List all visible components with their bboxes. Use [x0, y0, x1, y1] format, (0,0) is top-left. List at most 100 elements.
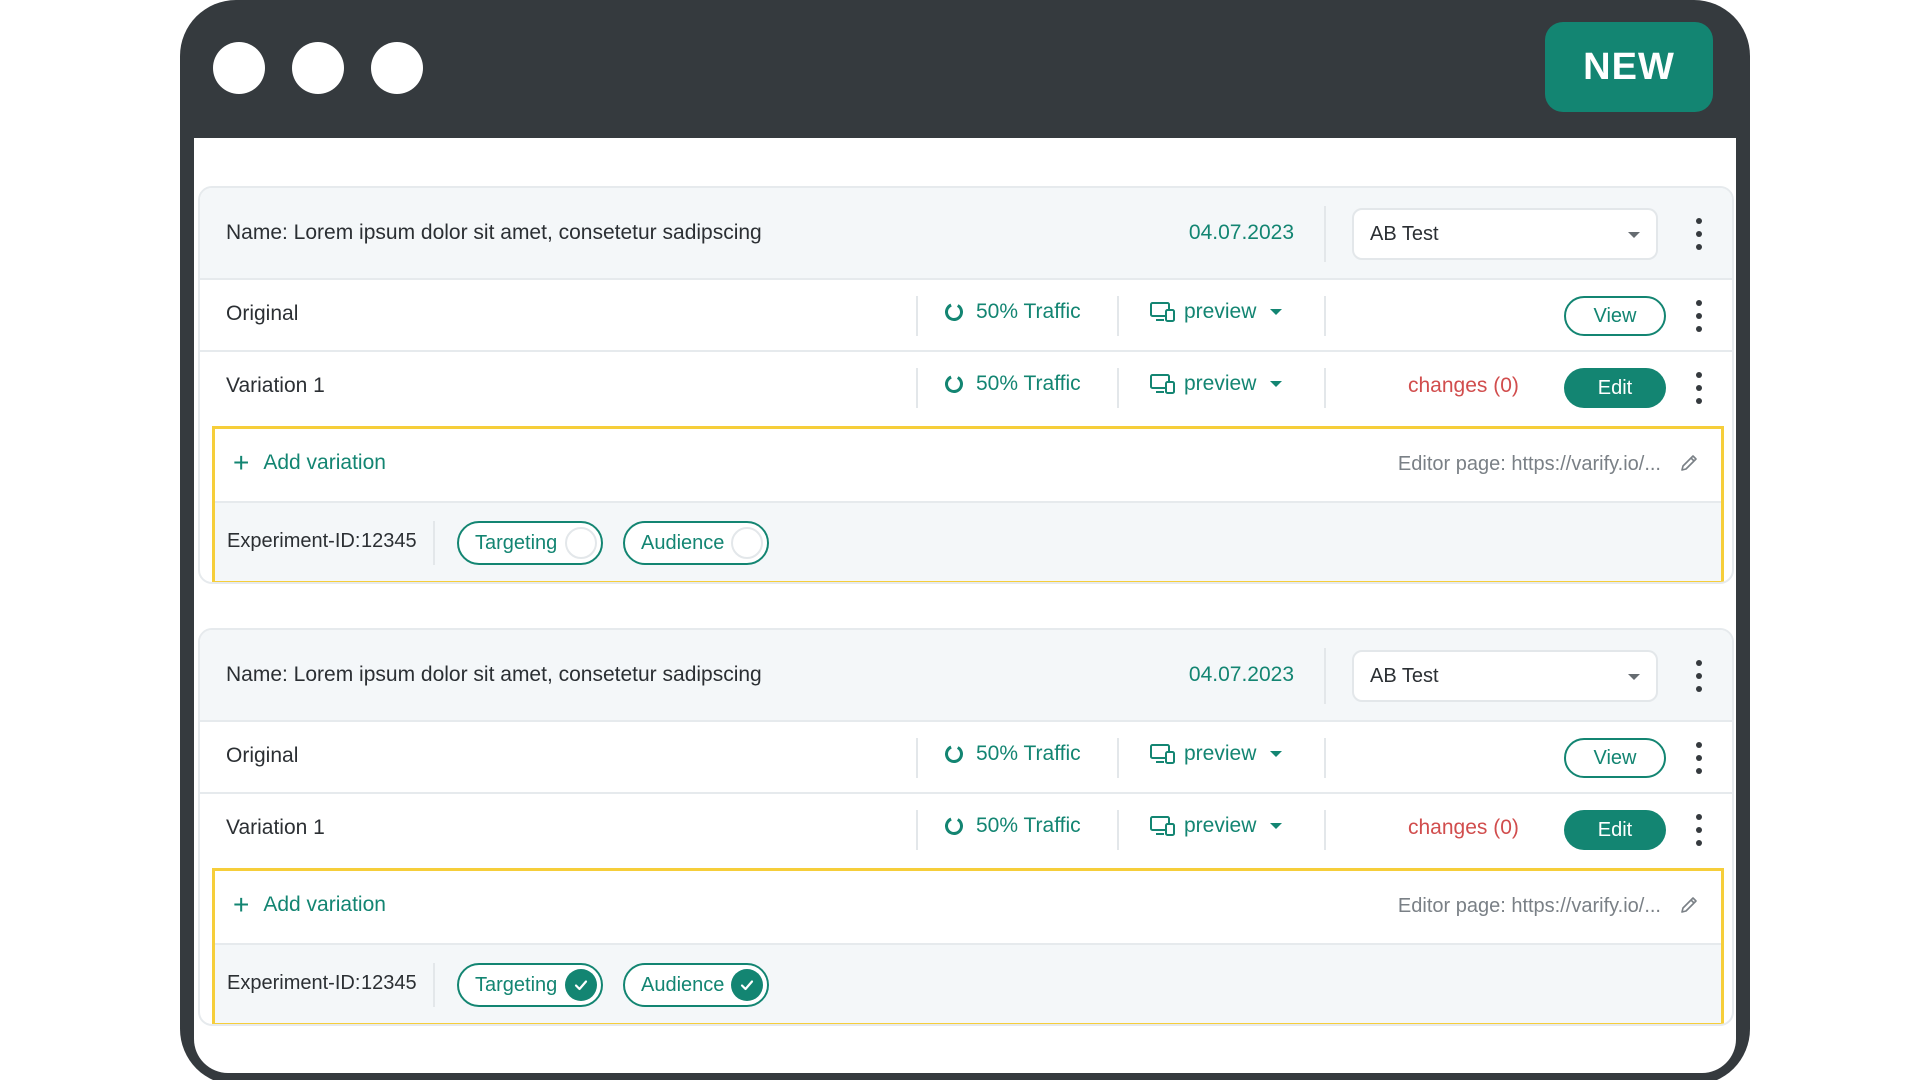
traffic-label: 50% Traffic [976, 814, 1081, 837]
add-variation-button[interactable]: + Add variation [233, 447, 386, 478]
divider [916, 810, 918, 850]
chevron-down-icon [1628, 232, 1640, 238]
chevron-down-icon [1628, 674, 1640, 680]
preview-dropdown[interactable]: preview [1150, 372, 1283, 396]
experiment-date: 04.07.2023 [1188, 663, 1294, 686]
plus-icon: + [233, 447, 250, 478]
divider [1324, 296, 1326, 336]
variant-label: Original [226, 744, 299, 767]
experiment-id-value: 12345 [361, 530, 417, 552]
editor-page-url: Editor page: https://varify.io/... [1397, 895, 1661, 917]
traffic-label: 50% Traffic [976, 742, 1081, 765]
divider [916, 738, 918, 778]
changes-link[interactable]: changes (0) [1408, 374, 1519, 398]
view-button[interactable]: View [1564, 738, 1666, 778]
pencil-icon[interactable] [1679, 453, 1699, 473]
divider [1324, 368, 1326, 408]
experiment-type-value: AB Test [1370, 664, 1439, 687]
editor-page-url: Editor page: https://varify.io/... [1397, 453, 1661, 475]
highlight-box: + Add variation Editor page: https://var… [212, 868, 1724, 1024]
traffic-button[interactable]: 50% Traffic [944, 742, 1081, 766]
window-dot-2 [292, 42, 344, 94]
traffic-button[interactable]: 50% Traffic [944, 300, 1081, 324]
experiment-type-select[interactable]: AB Test [1352, 650, 1658, 702]
add-variation-button[interactable]: + Add variation [233, 889, 386, 920]
divider [1324, 206, 1326, 262]
traffic-circle-icon [945, 303, 963, 321]
targeting-toggle[interactable]: Targeting [457, 521, 603, 565]
divider [1117, 810, 1119, 850]
variant-label: Variation 1 [226, 816, 325, 839]
chevron-down-icon [1270, 381, 1283, 387]
variant-row-variation: Variation 1 50% Traffic preview changes … [200, 352, 1732, 424]
pencil-icon[interactable] [1679, 895, 1699, 915]
experiment-list: Name: Lorem ipsum dolor sit amet, conset… [194, 138, 1736, 1073]
toggle-off-icon [731, 527, 763, 559]
targeting-label: Targeting [475, 531, 558, 554]
window-dot-3 [371, 42, 423, 94]
experiment-name: Name: Lorem ipsum dolor sit amet, conset… [226, 221, 762, 244]
edit-button[interactable]: Edit [1564, 810, 1666, 850]
add-variation-row: + Add variation Editor page: https://var… [215, 871, 1721, 945]
experiment-card: Name: Lorem ipsum dolor sit amet, conset… [198, 628, 1734, 1026]
edit-button[interactable]: Edit [1564, 368, 1666, 408]
check-icon [565, 969, 597, 1001]
traffic-circle-icon [945, 817, 963, 835]
divider [1324, 810, 1326, 850]
traffic-circle-icon [945, 375, 963, 393]
preview-dropdown[interactable]: preview [1150, 300, 1283, 324]
audience-label: Audience [641, 531, 725, 554]
devices-icon [1150, 816, 1175, 836]
divider [916, 296, 918, 336]
divider [1117, 296, 1119, 336]
window-dot-1 [213, 42, 265, 94]
view-button[interactable]: View [1564, 296, 1666, 336]
chevron-down-icon [1270, 309, 1283, 315]
card-header: Name: Lorem ipsum dolor sit amet, conset… [200, 630, 1732, 722]
more-options-icon[interactable] [1689, 742, 1709, 774]
toggle-off-icon [565, 527, 597, 559]
card-header: Name: Lorem ipsum dolor sit amet, conset… [200, 188, 1732, 280]
more-options-icon[interactable] [1689, 372, 1709, 404]
more-options-icon[interactable] [1689, 660, 1709, 692]
audience-toggle[interactable]: Audience [623, 963, 769, 1007]
preview-dropdown[interactable]: preview [1150, 742, 1283, 766]
devices-icon [1150, 744, 1175, 764]
variant-row-original: Original 50% Traffic preview View [200, 280, 1732, 352]
experiment-id-label: Experiment-ID: [227, 972, 361, 994]
divider [1117, 738, 1119, 778]
preview-label: preview [1184, 814, 1257, 837]
more-options-icon[interactable] [1689, 300, 1709, 332]
divider [1324, 648, 1326, 704]
audience-label: Audience [641, 973, 725, 996]
add-variation-label: Add variation [263, 451, 386, 474]
experiment-date: 04.07.2023 [1188, 221, 1294, 244]
divider [433, 963, 435, 1007]
more-options-icon[interactable] [1689, 218, 1709, 250]
experiment-name: Name: Lorem ipsum dolor sit amet, conset… [226, 663, 762, 686]
experiment-id-row: Experiment-ID: 12345 Targeting Audience [215, 945, 1721, 1023]
targeting-toggle[interactable]: Targeting [457, 963, 603, 1007]
audience-toggle[interactable]: Audience [623, 521, 769, 565]
preview-dropdown[interactable]: preview [1150, 814, 1283, 838]
new-badge: NEW [1545, 22, 1713, 112]
changes-link[interactable]: changes (0) [1408, 816, 1519, 840]
preview-label: preview [1184, 300, 1257, 323]
traffic-button[interactable]: 50% Traffic [944, 814, 1081, 838]
traffic-button[interactable]: 50% Traffic [944, 372, 1081, 396]
experiment-id-value: 12345 [361, 972, 417, 994]
devices-icon [1150, 302, 1175, 322]
add-variation-label: Add variation [263, 893, 386, 916]
plus-icon: + [233, 889, 250, 920]
experiment-type-select[interactable]: AB Test [1352, 208, 1658, 260]
more-options-icon[interactable] [1689, 814, 1709, 846]
chevron-down-icon [1270, 823, 1283, 829]
traffic-label: 50% Traffic [976, 300, 1081, 323]
preview-label: preview [1184, 742, 1257, 765]
divider [916, 368, 918, 408]
variant-row-variation: Variation 1 50% Traffic preview changes … [200, 794, 1732, 866]
preview-label: preview [1184, 372, 1257, 395]
devices-icon [1150, 374, 1175, 394]
divider [1117, 368, 1119, 408]
app-window: NEW Name: Lorem ipsum dolor sit amet, co… [180, 0, 1750, 1080]
